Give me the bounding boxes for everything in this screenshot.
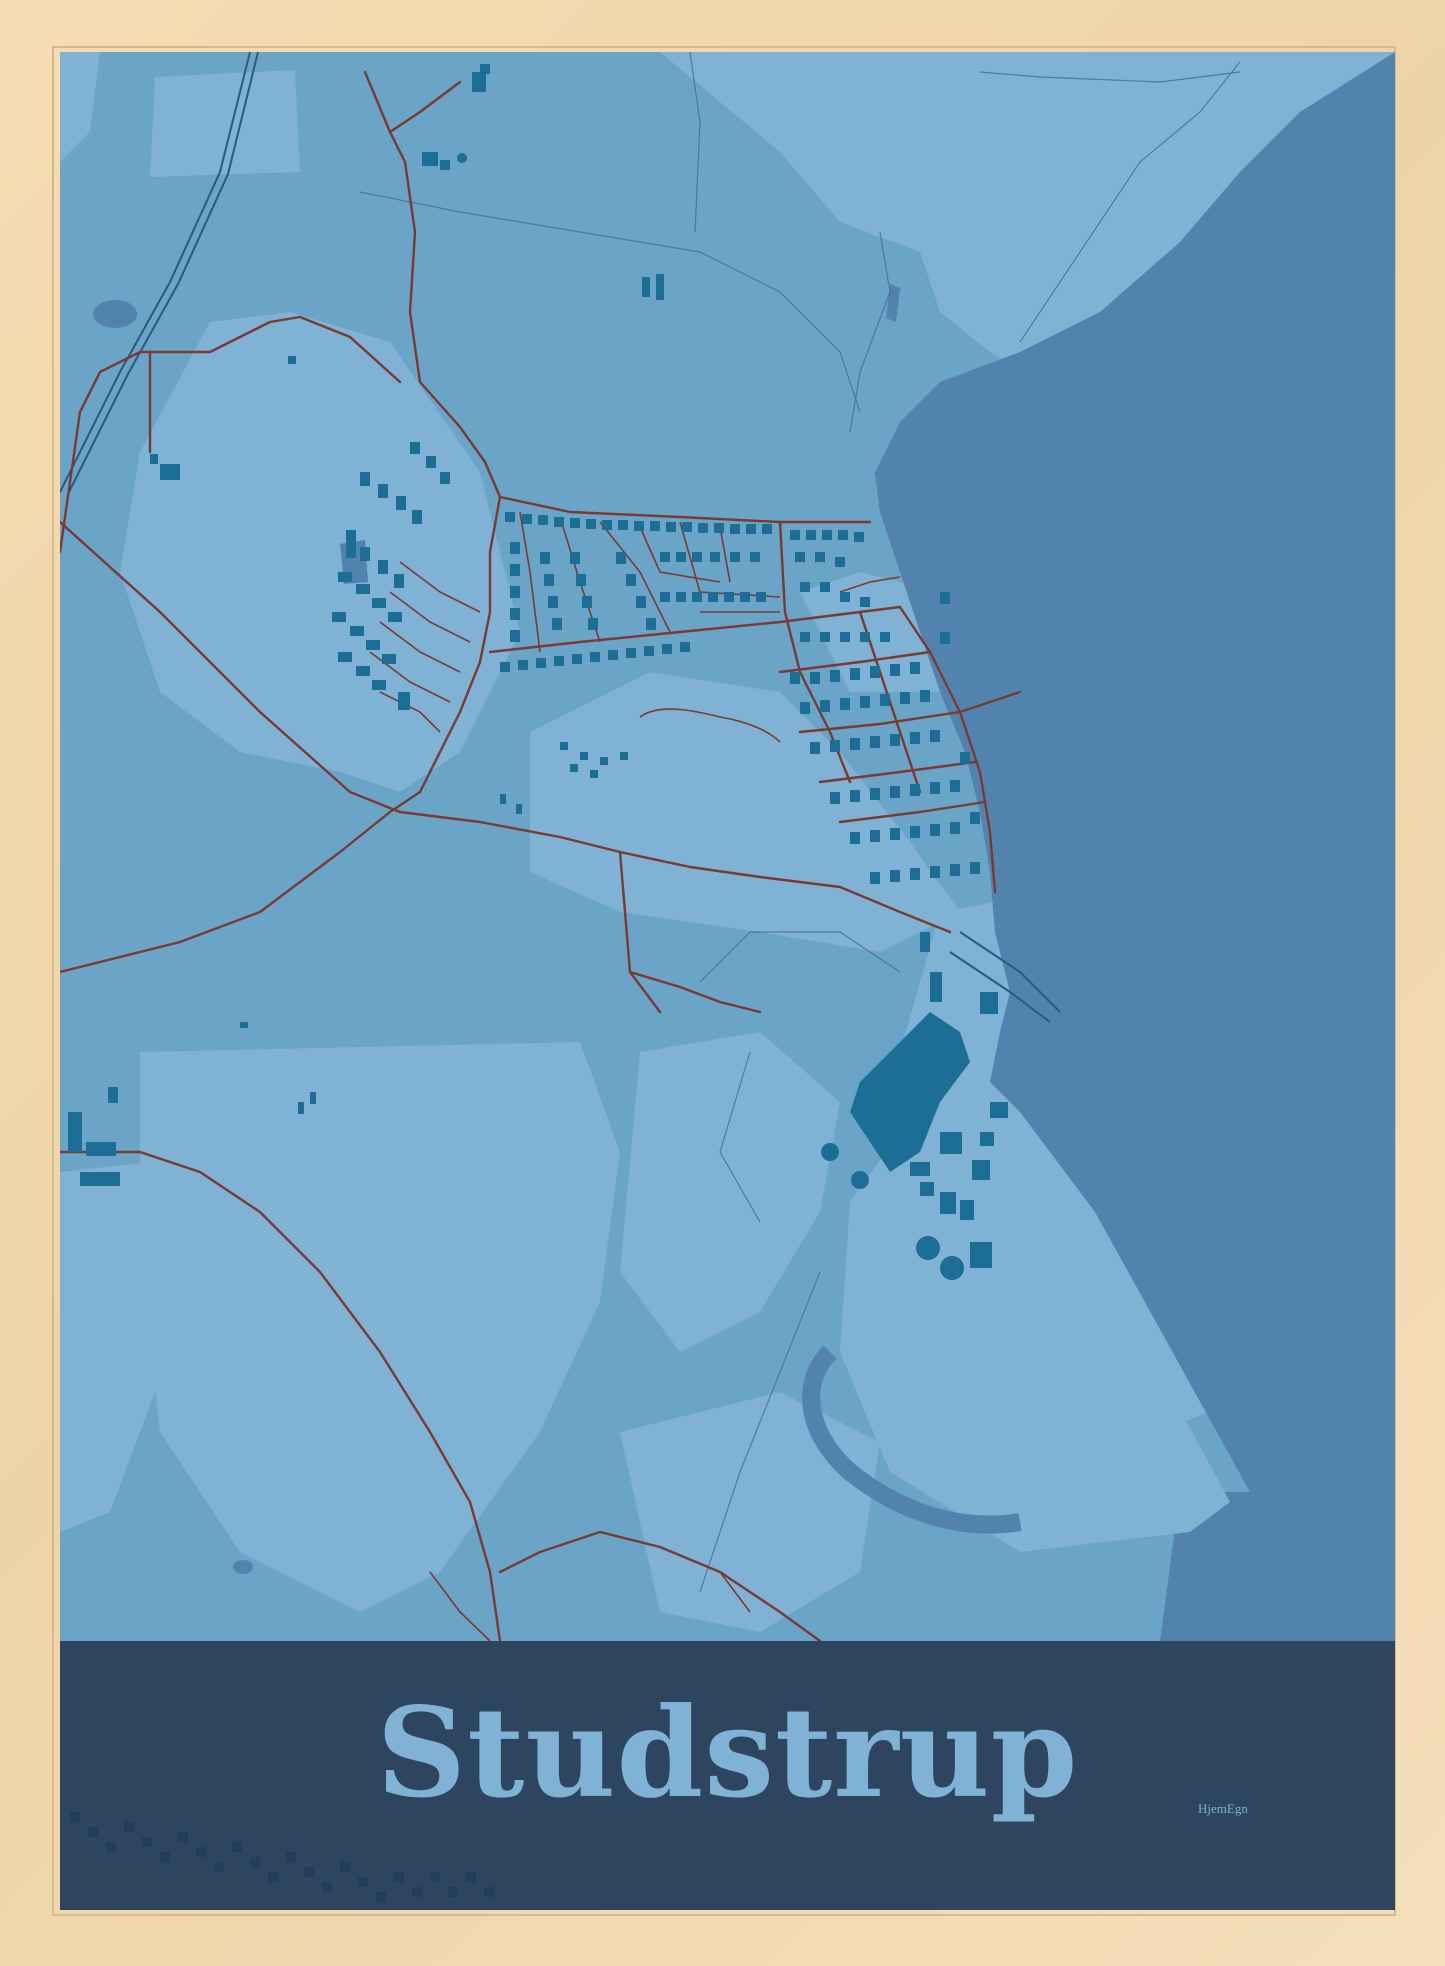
- map-poster: Studstrup HjemEgn: [60, 52, 1395, 1910]
- map-canvas: [60, 52, 1395, 1910]
- brand-mark: HjemEgn: [1198, 1801, 1248, 1816]
- poster-title: Studstrup: [376, 1681, 1079, 1826]
- title-band: Studstrup HjemEgn: [60, 1641, 1395, 1910]
- poster-frame: Studstrup HjemEgn: [0, 0, 1445, 1966]
